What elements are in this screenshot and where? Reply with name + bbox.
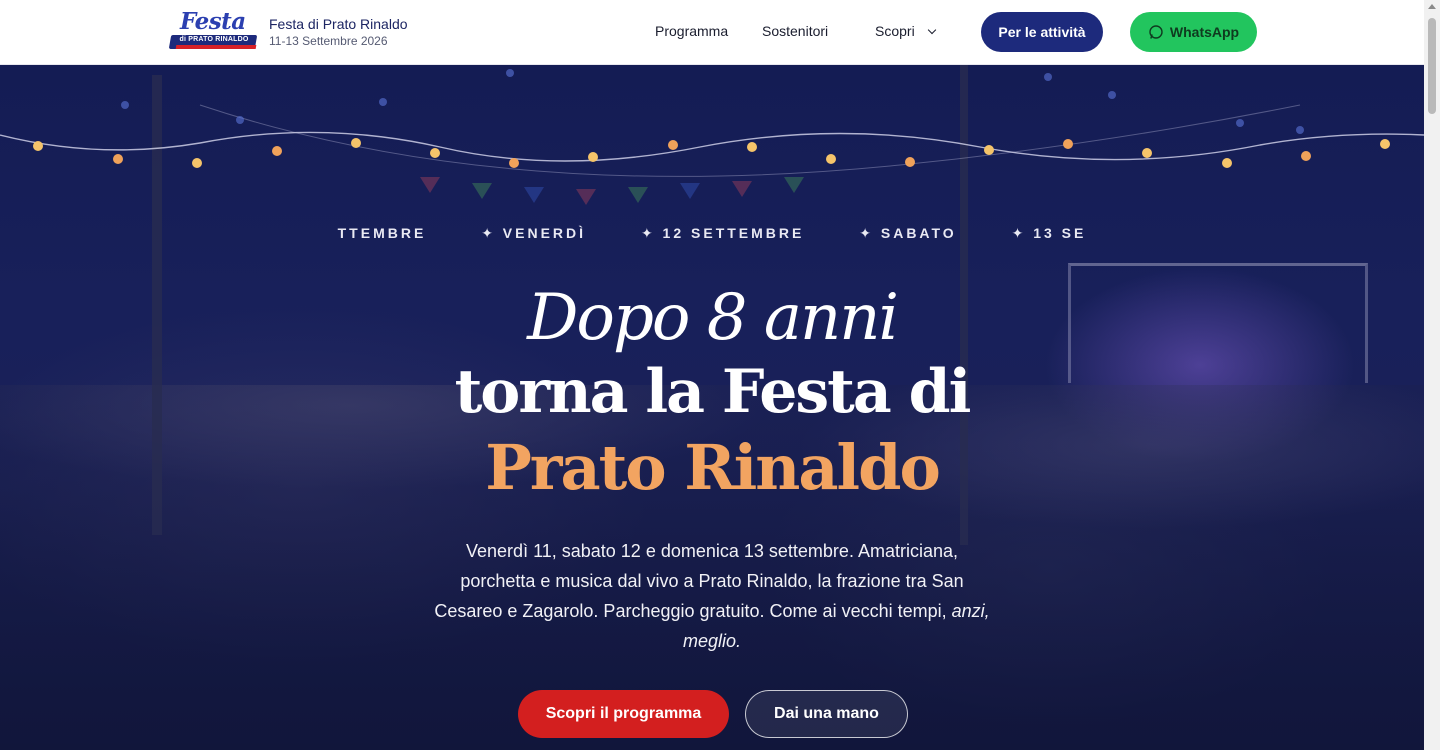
bunting-flag (628, 187, 648, 203)
hero-heading-line3: Prato Rinaldo (485, 431, 941, 504)
brand-title: Festa di Prato Rinaldo (269, 16, 408, 32)
distant-light (1296, 126, 1304, 134)
hero-lead-body: Venerdì 11, sabato 12 e domenica 13 sett… (434, 541, 964, 621)
light-bulb (351, 138, 361, 148)
bunting-flag (680, 183, 700, 199)
whatsapp-button[interactable]: WhatsApp (1130, 12, 1257, 52)
bunting-wire (199, 104, 1301, 177)
dai-una-mano-button[interactable]: Dai una mano (745, 690, 908, 738)
logo-ribbon-text: di PRATO RINALDO (179, 36, 249, 43)
page-scrollbar[interactable] (1424, 0, 1440, 750)
distant-light (1108, 91, 1116, 99)
light-bulb (1301, 151, 1311, 161)
distant-light (1044, 73, 1052, 81)
per-le-attivita-button[interactable]: Per le attività (981, 12, 1103, 52)
light-bulb (1142, 148, 1152, 158)
hero-heading-line1: Dopo 8 anni (527, 281, 899, 355)
light-bulb (1063, 139, 1073, 149)
nav-programma[interactable]: Programma (655, 23, 728, 39)
hero-heading-line2: torna la Festa di (454, 357, 972, 427)
bunting-flag (420, 177, 440, 193)
logo-red-stripe (175, 45, 257, 49)
distant-light (506, 69, 514, 77)
light-bulb (747, 142, 757, 152)
marquee-item: ✦ SABATO (859, 225, 957, 241)
whatsapp-icon (1149, 25, 1163, 39)
logo-script-text: Festa (180, 8, 246, 35)
marquee-item: ✦ VENERDÌ (481, 225, 587, 241)
bunting-flag (732, 181, 752, 197)
hero-section: TTEMBRE ✦ VENERDÌ ✦ 12 SETTEMBRE ✦ SABAT… (0, 65, 1424, 750)
scroll-thumb[interactable] (1428, 18, 1436, 114)
marquee-item: ✦ 13 SE (1011, 225, 1087, 241)
distant-light (379, 98, 387, 106)
marquee-item: TTEMBRE (337, 225, 427, 241)
light-bulb (272, 146, 282, 156)
nav-sostenitori[interactable]: Sostenitori (762, 23, 828, 39)
marquee-item: ✦ 12 SETTEMBRE (640, 225, 805, 241)
distant-light (1236, 119, 1244, 127)
nav-scopri-dropdown[interactable]: Scopri (875, 23, 915, 39)
brand-dates: 11-13 Settembre 2026 (269, 34, 388, 48)
distant-light (121, 101, 129, 109)
bunting-flag (472, 183, 492, 199)
light-bulb (588, 152, 598, 162)
string-lights (0, 69, 1424, 205)
light-bulb (1380, 139, 1390, 149)
light-wire (0, 131, 1424, 162)
bunting-flag (576, 189, 596, 205)
dates-marquee: TTEMBRE ✦ VENERDÌ ✦ 12 SETTEMBRE ✦ SABAT… (0, 225, 1424, 245)
site-header: di PRATO RINALDO Festa Festa di Prato Ri… (0, 0, 1424, 65)
light-bulb (113, 154, 123, 164)
light-bulb (668, 140, 678, 150)
distant-light (236, 116, 244, 124)
scopri-programma-button[interactable]: Scopri il programma (518, 690, 729, 738)
light-bulb (509, 158, 519, 168)
whatsapp-label: WhatsApp (1169, 24, 1240, 40)
light-bulb (1222, 158, 1232, 168)
light-bulb (905, 157, 915, 167)
light-bulb (430, 148, 440, 158)
light-bulb (826, 154, 836, 164)
light-bulb (192, 158, 202, 168)
hero-lead-text: Venerdì 11, sabato 12 e domenica 13 sett… (432, 536, 992, 656)
site-logo[interactable]: di PRATO RINALDO Festa (168, 8, 258, 55)
bunting-flag (524, 187, 544, 203)
chevron-down-icon[interactable] (927, 25, 937, 35)
scroll-up-arrow-icon[interactable] (1428, 4, 1436, 9)
light-bulb (984, 145, 994, 155)
light-bulb (33, 141, 43, 151)
bunting-flag (784, 177, 804, 193)
